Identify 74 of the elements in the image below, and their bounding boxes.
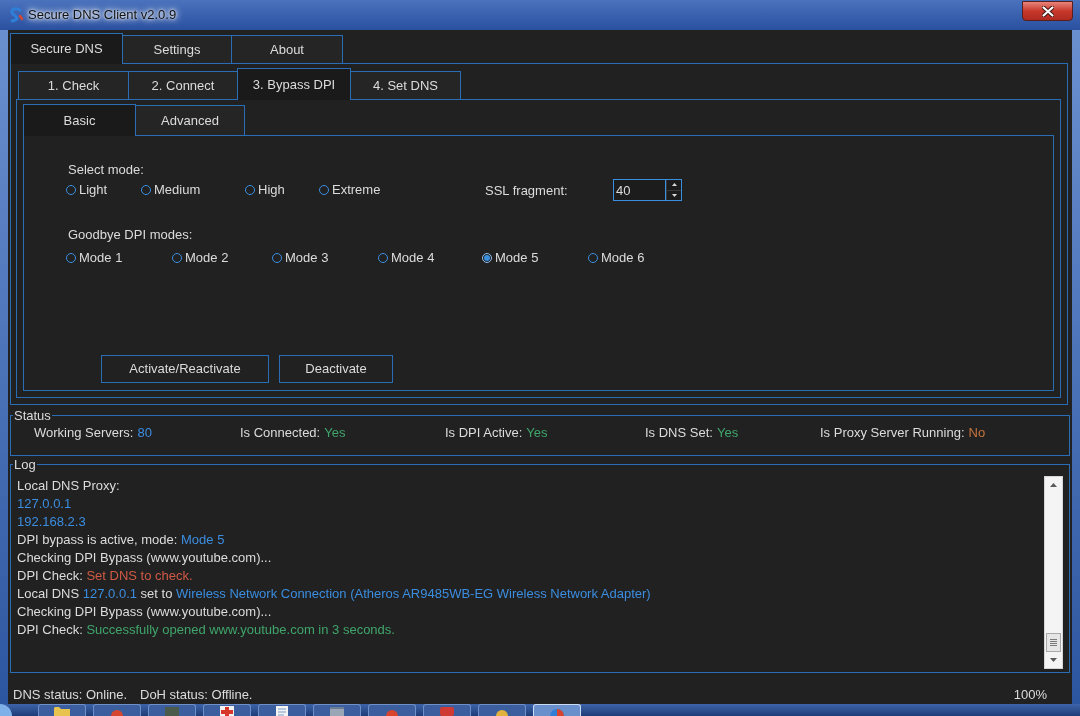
log-line: Local DNS 127.0.0.1 set to Wireless Network Connection (Atheros AR9485WB-EG Wireless Network Adapter) — [17, 585, 651, 603]
status-label: Is DNS Set: — [645, 425, 713, 441]
main-tab[interactable]: Settings — [122, 35, 232, 63]
square-icon — [165, 706, 179, 716]
taskbar-button[interactable] — [258, 704, 306, 716]
main-tab[interactable]: Secure DNS — [10, 33, 123, 64]
radio-option[interactable]: Mode 3 — [272, 250, 329, 266]
scrollbar[interactable] — [1044, 476, 1063, 669]
number-field[interactable]: 40 — [613, 179, 665, 201]
status-label: Is DPI Active: — [445, 425, 523, 441]
radio-option[interactable]: Mode 4 — [378, 250, 435, 266]
panel-title: Status — [13, 408, 52, 423]
status-label: Is Connected: — [240, 425, 321, 441]
radio-option[interactable]: Medium — [141, 182, 201, 198]
log-line: DPI Check: Successfully opened www.youtube.com in 3 seconds. — [17, 621, 395, 639]
status-label: Working Servers: — [34, 425, 134, 441]
section-label: Goodbye DPI modes: — [68, 227, 193, 243]
window-icon — [330, 706, 344, 716]
log-line: DPI Check: Set DNS to check. — [17, 567, 193, 585]
status-text: DoH status: Offline. — [140, 687, 253, 703]
document-icon — [276, 706, 288, 716]
step-tab[interactable]: 2. Connect — [128, 71, 238, 99]
step-tab[interactable]: 3. Bypass DPI — [237, 68, 351, 100]
start-button[interactable] — [0, 704, 12, 716]
sub-tab[interactable]: Basic — [23, 104, 136, 136]
radio-option[interactable]: Mode 6 — [588, 250, 645, 266]
status-value: Yes — [526, 425, 548, 441]
step-tab[interactable]: 1. Check — [18, 71, 129, 99]
taskbar-button[interactable] — [313, 704, 361, 716]
grip-icon — [1050, 639, 1057, 646]
status-value: 80 — [137, 425, 152, 441]
section-label: Select mode: — [68, 162, 144, 178]
caret-up-icon — [1050, 483, 1057, 487]
status-text: DNS status: Online. — [13, 687, 128, 702]
folder-icon — [54, 706, 70, 716]
field-label: SSL fragment: — [485, 183, 568, 198]
log-line: Checking DPI Bypass (www.youtube.com)... — [17, 549, 272, 567]
panel-title: Log — [13, 457, 37, 472]
spin-up-button[interactable] — [666, 180, 681, 191]
status-value: No — [968, 425, 986, 441]
app-logo-icon — [8, 7, 24, 23]
main-tab[interactable]: About — [231, 35, 343, 63]
radio-option[interactable]: Light — [66, 182, 108, 198]
logo-icon — [550, 706, 564, 716]
square-icon — [440, 706, 454, 716]
taskbar-button[interactable] — [478, 704, 526, 716]
radio-option[interactable]: Extreme — [319, 182, 381, 198]
zoom-level: 100% — [1013, 687, 1047, 703]
close-button[interactable] — [1022, 1, 1073, 21]
radio-option[interactable]: Mode 1 — [66, 250, 123, 266]
step-tab[interactable]: 4. Set DNS — [350, 71, 461, 99]
window-title: Secure DNS Client v2.0.9 — [28, 6, 177, 25]
radio-option[interactable]: High — [245, 182, 285, 198]
log-line: DPI bypass is active, mode: Mode 5 — [17, 531, 225, 549]
close-icon — [1041, 5, 1054, 17]
scroll-thumb[interactable] — [1046, 633, 1061, 652]
radio-option[interactable]: Mode 2 — [172, 250, 229, 266]
status-value: Yes — [324, 425, 346, 441]
caret-up-icon — [671, 183, 677, 187]
log-line: 127.0.0.1 — [17, 495, 72, 513]
status-value: Yes — [716, 425, 739, 441]
cross-icon — [220, 706, 234, 716]
log-line: 192.168.2.3 — [17, 513, 86, 531]
deactivate-button[interactable]: Deactivate — [279, 355, 393, 383]
sub-tab[interactable]: Advanced — [135, 105, 245, 135]
taskbar-button[interactable] — [203, 704, 251, 716]
activate-button[interactable]: Activate/Reactivate — [101, 355, 269, 383]
status-label: Is Proxy Server Running: — [820, 425, 965, 441]
log-line: Local DNS Proxy: — [17, 477, 120, 495]
log-line: Checking DPI Bypass (www.youtube.com)... — [17, 603, 272, 621]
caret-down-icon — [1050, 658, 1057, 662]
radio-option[interactable]: Mode 5 — [482, 250, 539, 266]
caret-down-icon — [671, 193, 677, 197]
taskbar-button[interactable] — [38, 704, 86, 716]
